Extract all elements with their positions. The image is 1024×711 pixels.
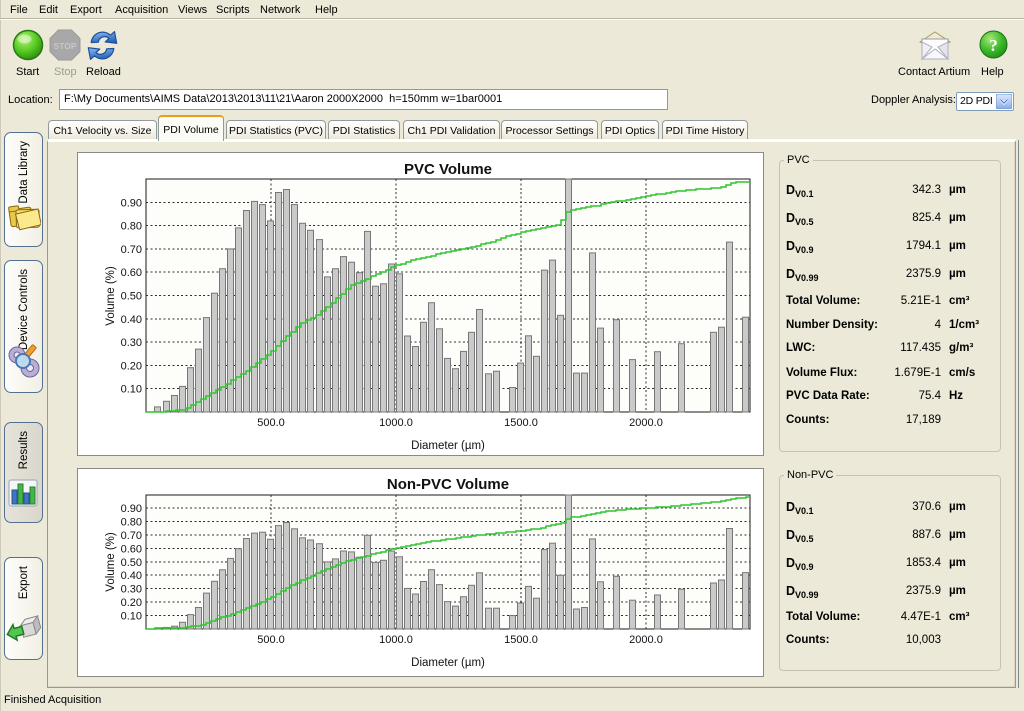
svg-text:0.70: 0.70 bbox=[121, 244, 142, 256]
svg-text:1500.0: 1500.0 bbox=[504, 634, 538, 646]
svg-text:0.20: 0.20 bbox=[121, 360, 142, 372]
svg-text:0.60: 0.60 bbox=[121, 543, 142, 555]
svg-text:0.30: 0.30 bbox=[121, 337, 142, 349]
svg-text:?: ? bbox=[989, 36, 998, 55]
svg-text:Volume (%): Volume (%) bbox=[105, 532, 117, 592]
svg-text:2000.0: 2000.0 bbox=[629, 634, 663, 646]
svg-text:0.20: 0.20 bbox=[121, 597, 142, 609]
svg-text:0.10: 0.10 bbox=[121, 384, 142, 396]
svg-text:500.0: 500.0 bbox=[257, 634, 285, 646]
svg-text:2000.0: 2000.0 bbox=[629, 417, 663, 429]
svg-text:0.90: 0.90 bbox=[121, 503, 142, 515]
svg-text:Volume (%): Volume (%) bbox=[105, 266, 117, 326]
svg-text:0.50: 0.50 bbox=[121, 557, 142, 569]
svg-text:0.10: 0.10 bbox=[121, 611, 142, 623]
svg-text:Diameter (µm): Diameter (µm) bbox=[411, 440, 485, 452]
svg-text:1500.0: 1500.0 bbox=[504, 417, 538, 429]
svg-text:0.50: 0.50 bbox=[121, 291, 142, 303]
svg-text:0.40: 0.40 bbox=[121, 570, 142, 582]
svg-text:0.90: 0.90 bbox=[121, 197, 142, 209]
svg-text:STOP: STOP bbox=[54, 41, 77, 51]
svg-text:0.80: 0.80 bbox=[121, 221, 142, 233]
svg-text:0.40: 0.40 bbox=[121, 314, 142, 326]
svg-text:500.0: 500.0 bbox=[257, 417, 285, 429]
svg-text:Non-PVC Volume: Non-PVC Volume bbox=[387, 476, 509, 493]
svg-text:PVC Volume: PVC Volume bbox=[404, 161, 492, 178]
svg-text:1000.0: 1000.0 bbox=[379, 634, 413, 646]
svg-text:0.80: 0.80 bbox=[121, 516, 142, 528]
svg-text:0.60: 0.60 bbox=[121, 267, 142, 279]
svg-text:0.70: 0.70 bbox=[121, 530, 142, 542]
svg-text:Diameter (µm): Diameter (µm) bbox=[411, 657, 485, 669]
svg-text:1000.0: 1000.0 bbox=[379, 417, 413, 429]
svg-text:0.30: 0.30 bbox=[121, 584, 142, 596]
